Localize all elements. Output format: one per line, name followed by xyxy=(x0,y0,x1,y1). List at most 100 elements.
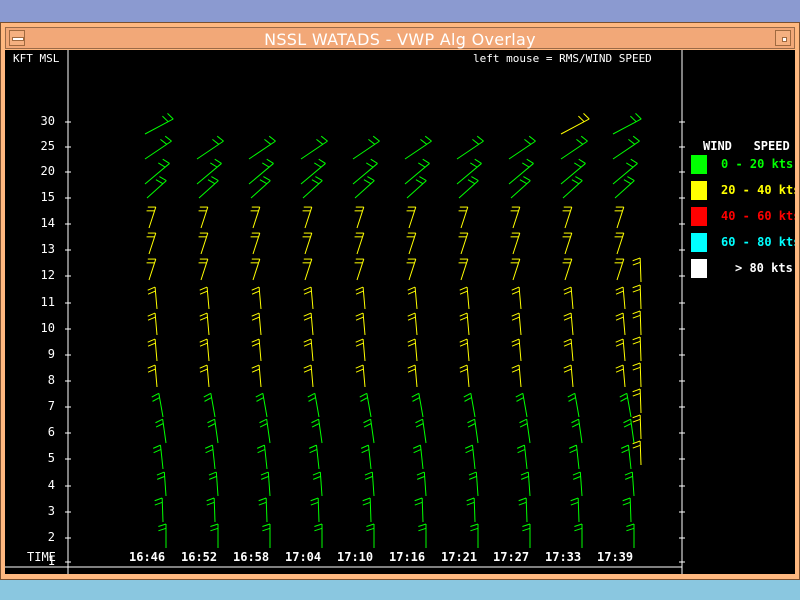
x-tick-label: 17:33 xyxy=(545,550,582,564)
wind-barb xyxy=(511,286,522,310)
wind-barb xyxy=(632,362,642,388)
wind-barb xyxy=(412,444,424,470)
wind-barb xyxy=(458,206,469,229)
wind-barb xyxy=(459,338,470,362)
wind-barb xyxy=(199,364,210,388)
y-tick-label: 14 xyxy=(40,216,55,230)
wind-barb xyxy=(364,471,375,497)
wind-barb xyxy=(250,258,261,281)
wind-barb xyxy=(510,258,521,281)
wind-barb xyxy=(303,312,314,336)
wind-barb xyxy=(198,206,209,229)
wind-barb xyxy=(307,392,320,418)
legend-title: WIND SPEED xyxy=(703,139,790,153)
wind-barb xyxy=(522,523,531,548)
wind-barb xyxy=(468,471,479,497)
x-tick-label: 16:58 xyxy=(233,550,270,564)
wind-barb xyxy=(147,338,158,362)
wind-barb xyxy=(199,286,210,310)
y-tick-label: 9 xyxy=(47,347,55,361)
legend-label-40-60: 40 - 60 kts xyxy=(721,209,795,223)
wind-barb xyxy=(355,364,366,388)
y-tick-label: 20 xyxy=(40,164,55,178)
wind-barb xyxy=(615,338,626,362)
wind-barb xyxy=(560,135,588,160)
wind-barb xyxy=(470,523,479,548)
wind-barb xyxy=(199,338,210,362)
wind-barb xyxy=(206,497,216,523)
wind-barb xyxy=(158,523,167,548)
y-tick-label: 15 xyxy=(40,190,55,204)
wind-barb xyxy=(355,338,366,362)
wind-barb xyxy=(302,258,313,281)
wind-barb xyxy=(198,258,209,281)
mouse-hint: left mouse = RMS/WIND SPEED xyxy=(473,52,652,65)
x-tick-label: 17:04 xyxy=(285,550,322,564)
wind-barb xyxy=(458,258,469,281)
wind-barb xyxy=(463,392,476,418)
wind-barb xyxy=(196,135,224,160)
wind-barb xyxy=(404,135,432,160)
wind-barb xyxy=(363,418,375,444)
y-tick-label: 10 xyxy=(40,321,55,335)
minimize-button[interactable] xyxy=(775,30,791,46)
wind-barb xyxy=(198,232,209,255)
wind-barb xyxy=(147,364,158,388)
wind-barb xyxy=(411,392,424,418)
wind-barb xyxy=(154,497,164,523)
legend-swatch-0-20 xyxy=(691,155,707,174)
y-tick-label: 4 xyxy=(47,478,55,492)
wind-barb xyxy=(624,471,635,497)
plot-canvas[interactable]: KFT MSL left mouse = RMS/WIND SPEED TIME… xyxy=(5,50,795,574)
x-tick-label: 16:52 xyxy=(181,550,218,564)
wind-barb xyxy=(355,286,366,310)
wind-barb xyxy=(303,338,314,362)
wind-barb xyxy=(568,444,580,470)
window-title: NSSL WATADS - VWP Alg Overlay xyxy=(264,30,536,49)
x-tick-label: 17:21 xyxy=(441,550,478,564)
x-tick-label: 16:46 xyxy=(129,550,166,564)
y-tick-label: 6 xyxy=(47,425,55,439)
legend-label-60-80: 60 - 80 kts xyxy=(721,235,795,249)
y-tick-label: 7 xyxy=(47,399,55,413)
y-tick-label: 13 xyxy=(40,242,55,256)
wind-barb xyxy=(354,206,365,229)
wind-barb xyxy=(146,232,157,255)
wind-barb xyxy=(574,523,583,548)
wind-barb xyxy=(626,523,635,548)
wind-barb xyxy=(515,392,528,418)
desktop-top-strip xyxy=(0,0,800,22)
wind-barb xyxy=(464,444,476,470)
wind-barb xyxy=(312,471,323,497)
wind-profile-plot[interactable] xyxy=(5,50,795,574)
wind-barb xyxy=(615,312,626,336)
wind-barb xyxy=(632,310,642,336)
wind-barb xyxy=(519,418,531,444)
legend-swatch-20-40 xyxy=(691,181,707,200)
wind-barb xyxy=(255,392,268,418)
wind-barb xyxy=(619,392,632,418)
wind-barb xyxy=(251,364,262,388)
wind-barb xyxy=(258,497,268,523)
wind-barb xyxy=(146,206,157,229)
y-axis-title: KFT MSL xyxy=(13,52,60,65)
legend-swatch-60-80 xyxy=(691,233,707,252)
wind-barb xyxy=(354,258,365,281)
wind-barb xyxy=(354,232,365,255)
wind-barb xyxy=(314,523,323,548)
wind-barb xyxy=(632,257,642,283)
title-bar[interactable]: NSSL WATADS - VWP Alg Overlay xyxy=(5,27,795,49)
wind-barb xyxy=(203,392,216,418)
wind-barb xyxy=(303,364,314,388)
wind-barb xyxy=(615,286,626,310)
wind-barb xyxy=(562,206,573,229)
wind-barb xyxy=(144,135,172,160)
wind-barb xyxy=(360,444,372,470)
wind-barb xyxy=(144,113,174,135)
wind-barb xyxy=(622,497,632,523)
y-tick-label: 11 xyxy=(40,295,55,309)
wind-barb xyxy=(414,497,424,523)
y-tick-label: 1 xyxy=(47,554,55,568)
wind-barb xyxy=(352,135,380,160)
wind-barb xyxy=(510,232,521,255)
